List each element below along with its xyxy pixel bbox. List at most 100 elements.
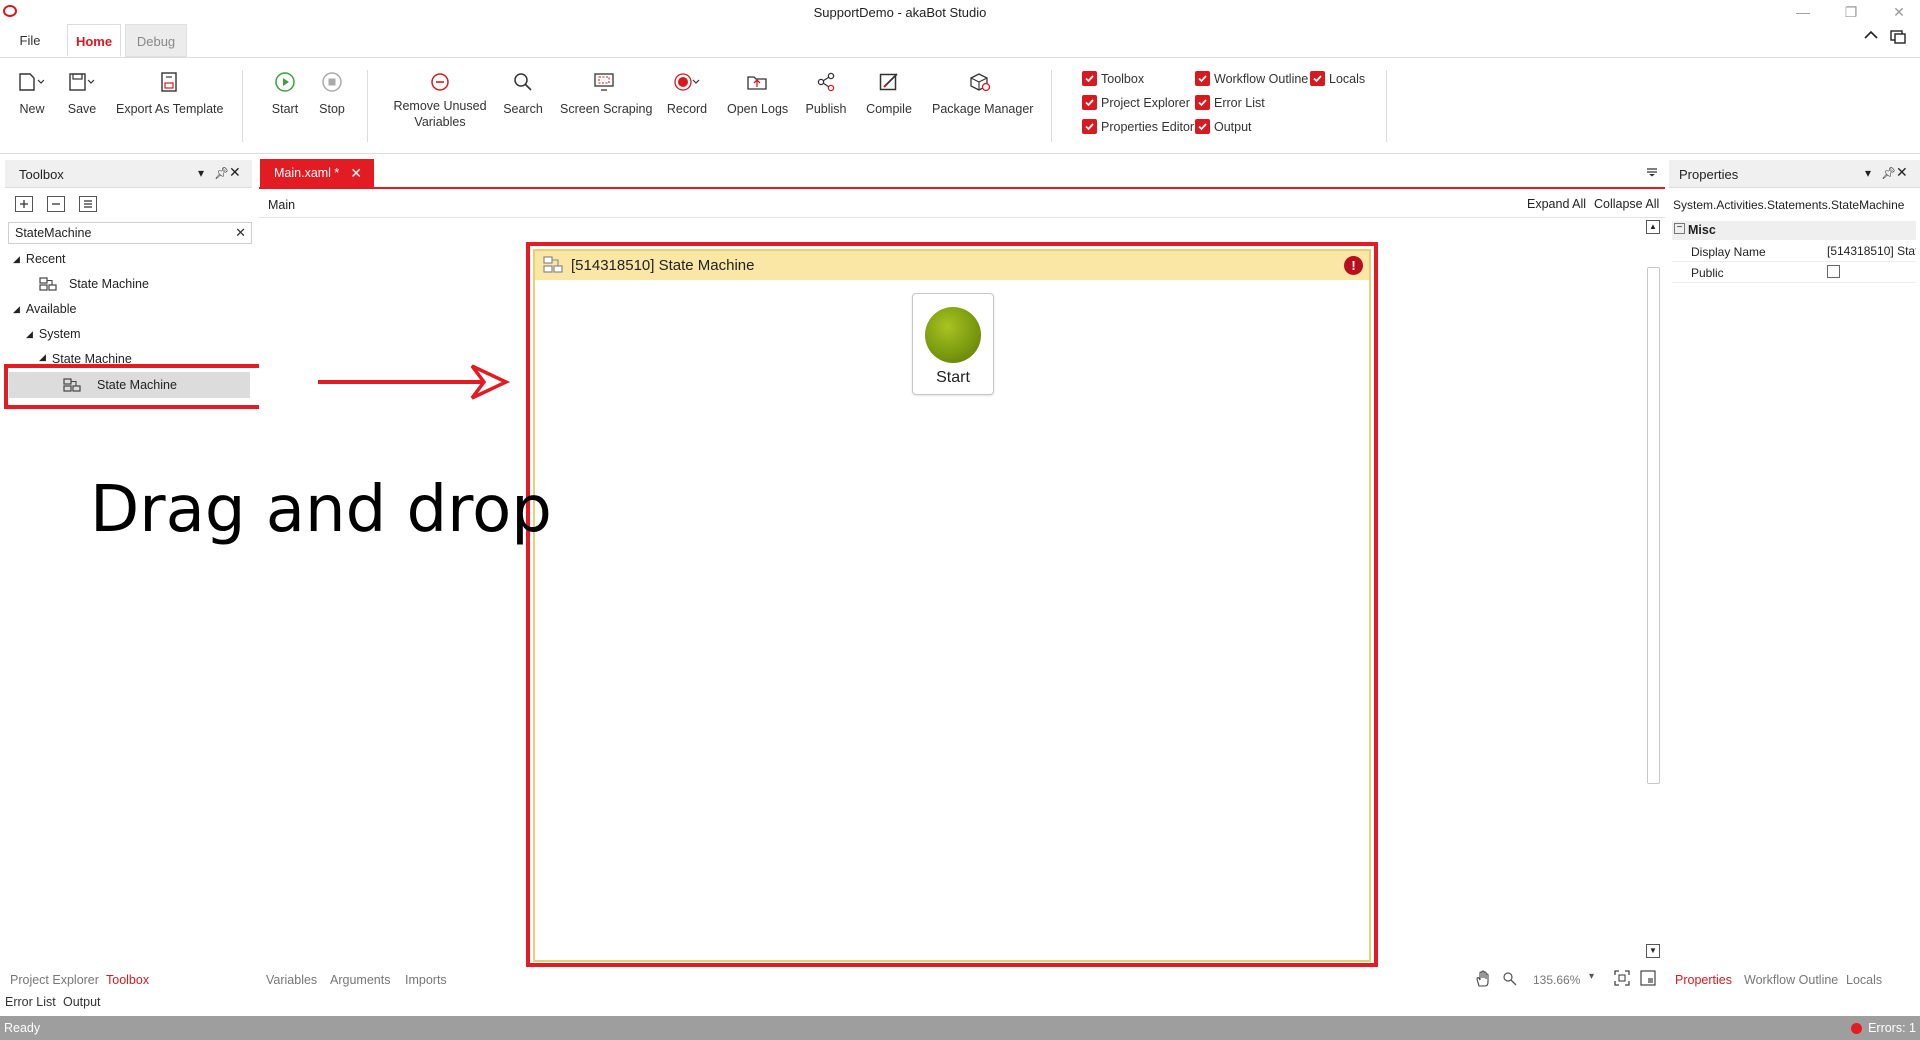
clear-search-icon[interactable]: ✕ bbox=[235, 225, 246, 241]
screen-scraping-button[interactable]: Screen Scraping bbox=[560, 68, 652, 117]
project-explorer-checkbox[interactable]: Project Explorer bbox=[1082, 95, 1190, 110]
status-text: Ready bbox=[4, 1021, 41, 1035]
close-window-button[interactable]: ✕ bbox=[1884, 2, 1914, 22]
tab-error-list[interactable]: Error List bbox=[5, 995, 56, 1009]
scroll-down-icon[interactable]: ▼ bbox=[1646, 944, 1660, 958]
hand-icon[interactable] bbox=[1474, 970, 1492, 988]
close-panel-icon[interactable]: ✕ bbox=[229, 164, 241, 181]
checkbox-checked-icon bbox=[1195, 95, 1210, 110]
pin-icon[interactable]: 📌︎ bbox=[1881, 166, 1896, 180]
properties-editor-checkbox[interactable]: Properties Editor bbox=[1082, 119, 1194, 134]
menu-tab-home[interactable]: Home bbox=[67, 24, 121, 57]
tab-locals[interactable]: Locals bbox=[1846, 973, 1882, 987]
search-button[interactable]: Search bbox=[502, 68, 544, 117]
expand-tree-icon[interactable] bbox=[15, 196, 33, 212]
package-manager-button[interactable]: Package Manager bbox=[932, 68, 1033, 117]
window-title: SupportDemo - akaBot Studio bbox=[813, 5, 987, 20]
tree-item-recent-state-machine[interactable]: State Machine bbox=[39, 276, 149, 292]
record-button[interactable]: Record bbox=[666, 68, 708, 117]
expand-all-link[interactable]: Expand All bbox=[1527, 197, 1586, 211]
remove-unused-variables-button[interactable]: Remove Unused Variables bbox=[392, 68, 488, 130]
tab-workflow-outline[interactable]: Workflow Outline bbox=[1744, 973, 1838, 987]
toolbox-header: Toolbox ▾ 📌︎ ✕ bbox=[5, 160, 252, 188]
panel-dropdown-icon[interactable]: ▾ bbox=[1865, 166, 1871, 180]
locals-checkbox[interactable]: Locals bbox=[1310, 71, 1365, 86]
tab-toolbox[interactable]: Toolbox bbox=[106, 973, 149, 987]
tree-node-available[interactable]: ◢ Available bbox=[13, 302, 76, 316]
tab-variables[interactable]: Variables bbox=[266, 973, 317, 987]
start-button[interactable]: Start bbox=[268, 68, 302, 117]
start-icon bbox=[268, 68, 302, 96]
error-indicator-icon bbox=[1851, 1022, 1863, 1034]
property-row-public[interactable]: Public bbox=[1672, 262, 1916, 283]
menu-tab-debug[interactable]: Debug bbox=[125, 24, 187, 57]
zoom-level[interactable]: 135.66% bbox=[1533, 973, 1580, 987]
pin-icon[interactable]: 📌︎ bbox=[214, 166, 229, 180]
error-list-checkbox[interactable]: Error List bbox=[1195, 95, 1265, 110]
zoom-dropdown-icon[interactable]: ▾ bbox=[1589, 971, 1594, 982]
panel-dropdown-icon[interactable]: ▾ bbox=[198, 166, 204, 180]
tree-label-state-machine-category: State Machine bbox=[51, 352, 132, 364]
expanded-triangle-icon: ◢ bbox=[26, 328, 33, 339]
tab-arguments[interactable]: Arguments bbox=[330, 973, 390, 987]
property-category-misc[interactable]: − Misc bbox=[1672, 221, 1916, 240]
properties-panel: Properties ▾ 📌︎ ✕ System.Activities.Stat… bbox=[1669, 160, 1920, 987]
scrollbar-thumb[interactable] bbox=[1647, 267, 1660, 784]
search-icon bbox=[502, 68, 544, 96]
vertical-scrollbar[interactable]: ▲ ▼ bbox=[1645, 220, 1661, 964]
new-button[interactable]: New bbox=[14, 68, 50, 117]
collapse-tree-icon[interactable] bbox=[47, 196, 65, 212]
publish-button[interactable]: Publish bbox=[804, 68, 848, 117]
collapse-ribbon-icon[interactable] bbox=[1864, 30, 1878, 40]
property-row-display-name[interactable]: Display Name [514318510] State Machine bbox=[1672, 241, 1916, 262]
search-label: Search bbox=[503, 102, 543, 116]
ribbon: New Save Export As Template Start Stop R… bbox=[0, 58, 1920, 154]
locals-checkbox-label: Locals bbox=[1329, 71, 1366, 86]
toolbox-checkbox[interactable]: Toolbox bbox=[1082, 71, 1144, 86]
tree-label-recent: Recent bbox=[25, 252, 66, 266]
collapse-category-icon[interactable]: − bbox=[1674, 223, 1685, 234]
publish-label: Publish bbox=[805, 102, 847, 116]
fit-screen-icon[interactable] bbox=[1614, 970, 1630, 986]
tree-node-recent[interactable]: ◢ Recent bbox=[13, 252, 66, 266]
document-tab-bar: Main.xaml * ✕ bbox=[259, 158, 1665, 189]
tab-imports[interactable]: Imports bbox=[405, 973, 447, 987]
document-list-icon[interactable] bbox=[1646, 167, 1658, 177]
open-logs-label: Open Logs bbox=[727, 102, 789, 116]
status-errors[interactable]: Errors: 1 bbox=[1851, 1021, 1916, 1035]
breadcrumb[interactable]: Main bbox=[268, 198, 295, 212]
save-button[interactable]: Save bbox=[64, 68, 100, 117]
document-tab-main[interactable]: Main.xaml * ✕ bbox=[260, 159, 374, 189]
pin-ribbon-icon[interactable] bbox=[1890, 30, 1906, 44]
restore-button[interactable]: ❐ bbox=[1836, 2, 1866, 22]
compile-button[interactable]: Compile bbox=[864, 68, 914, 117]
open-logs-button[interactable]: Open Logs bbox=[727, 68, 789, 117]
drag-and-drop-annotation: Drag and drop bbox=[90, 473, 552, 547]
workflow-outline-checkbox-label: Workflow Outline bbox=[1214, 71, 1309, 86]
stop-icon bbox=[315, 68, 349, 96]
tab-project-explorer[interactable]: Project Explorer bbox=[10, 973, 99, 987]
menu-tab-file[interactable]: File bbox=[8, 24, 52, 57]
stop-button[interactable]: Stop bbox=[315, 68, 349, 117]
tab-output[interactable]: Output bbox=[63, 995, 101, 1009]
workflow-outline-checkbox[interactable]: Workflow Outline bbox=[1195, 71, 1308, 86]
minimize-button[interactable]: — bbox=[1788, 2, 1818, 22]
toolbox-search-input[interactable] bbox=[9, 223, 219, 243]
overview-icon[interactable] bbox=[1640, 970, 1656, 986]
scroll-up-icon[interactable]: ▲ bbox=[1646, 220, 1660, 234]
public-checkbox[interactable] bbox=[1827, 265, 1840, 278]
tab-properties[interactable]: Properties bbox=[1675, 973, 1732, 987]
export-template-button[interactable]: Export As Template bbox=[116, 68, 223, 117]
output-checkbox[interactable]: Output bbox=[1195, 119, 1252, 134]
list-view-icon[interactable] bbox=[79, 196, 97, 212]
tree-node-system[interactable]: ◢ System bbox=[26, 327, 81, 341]
new-label: New bbox=[19, 102, 45, 116]
collapse-all-link[interactable]: Collapse All bbox=[1594, 197, 1659, 211]
close-tab-icon[interactable]: ✕ bbox=[350, 159, 362, 188]
new-icon bbox=[14, 68, 50, 96]
zoom-icon[interactable] bbox=[1502, 971, 1518, 987]
close-panel-icon[interactable]: ✕ bbox=[1896, 164, 1908, 181]
tree-node-state-machine-category[interactable]: ◢ State Machine bbox=[39, 352, 132, 364]
display-name-value[interactable]: [514318510] State Machine bbox=[1827, 244, 1916, 260]
property-name: Public bbox=[1691, 266, 1724, 280]
